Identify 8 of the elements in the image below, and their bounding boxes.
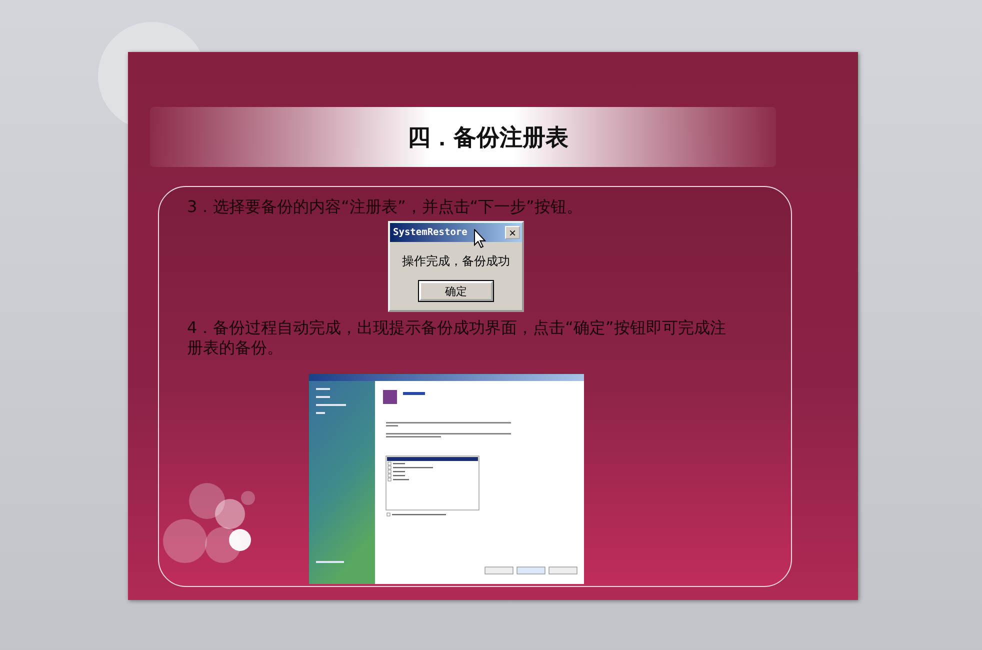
dialog-title: SystemRestore <box>393 227 468 238</box>
step-text: 4．备份过程自动完成，出现提示备份成功界面，点击“确定”按钮即可完成注册表的备份。 <box>187 318 727 358</box>
ok-button[interactable]: 确定 <box>419 281 493 301</box>
mouse-pointer-icon <box>474 229 486 248</box>
slide-title: 四．备份注册表 <box>408 122 568 152</box>
dialog-message: 操作完成，备份成功 <box>402 253 510 270</box>
close-button[interactable]: × <box>505 226 520 239</box>
step-text: 3．选择要备份的内容“注册表”，并点击“下一步”按钮。 <box>187 197 582 217</box>
